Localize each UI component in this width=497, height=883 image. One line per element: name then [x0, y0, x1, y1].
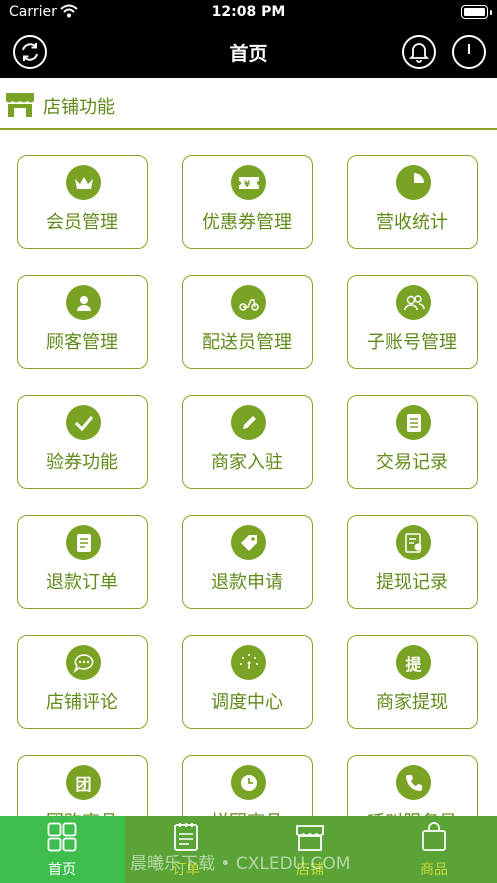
battery-icon: [461, 5, 488, 19]
group-buy-icon: 团: [66, 765, 101, 800]
bell-icon: [409, 43, 429, 63]
tile-label: 会员管理: [46, 212, 118, 233]
tile-label: 顾客管理: [46, 332, 118, 353]
store-icon: [5, 92, 35, 122]
tab-products[interactable]: 商品: [372, 816, 496, 883]
tile-call-waiter[interactable]: 呼叫服务员: [347, 755, 478, 816]
tag-icon: [231, 525, 266, 560]
watermark-text: 晨曦乐下载 • CXLEDU.COM: [130, 854, 351, 874]
battery-tip: [490, 10, 492, 15]
tile-subaccount-management[interactable]: 子账号管理: [347, 275, 478, 369]
tile-group-buy-products[interactable]: 团 团购商品: [17, 755, 148, 816]
tile-store-reviews[interactable]: 店铺评论: [17, 635, 148, 729]
dial-icon: [231, 645, 266, 680]
tile-label: 营收统计: [376, 212, 448, 233]
chat-icon: [66, 645, 101, 680]
tile-coupon-management[interactable]: ¥ 优惠券管理: [182, 155, 313, 249]
tile-team-buy-products[interactable]: 拼团商品: [182, 755, 313, 816]
coupon-icon: ¥: [231, 165, 266, 200]
tile-label: 交易记录: [376, 452, 448, 473]
pie-chart-icon: [396, 165, 431, 200]
grid-icon: [47, 822, 77, 856]
tile-refund-requests[interactable]: 退款申请: [182, 515, 313, 609]
tab-home[interactable]: 首页: [0, 816, 124, 883]
notification-button[interactable]: [402, 35, 436, 69]
list-icon: [396, 405, 431, 440]
tile-label: 提现记录: [376, 572, 448, 593]
clock-icon: [231, 765, 266, 800]
tile-label: 团购商品: [18, 808, 146, 816]
tile-transaction-records[interactable]: 交易记录: [347, 395, 478, 489]
section-header: 店铺功能: [0, 78, 497, 130]
svg-text:¥: ¥: [244, 180, 251, 190]
tile-merchant-withdrawal[interactable]: 提 商家提现: [347, 635, 478, 729]
tile-label: 退款订单: [46, 572, 118, 593]
logout-button[interactable]: [452, 35, 486, 69]
tile-courier-management[interactable]: 配送员管理: [182, 275, 313, 369]
tile-label: 商家入驻: [211, 452, 283, 473]
tile-label: 呼叫服务员: [348, 808, 476, 816]
users-icon: [396, 285, 431, 320]
tile-dispatch-center[interactable]: 调度中心: [182, 635, 313, 729]
withdraw-icon: 提: [396, 645, 431, 680]
pencil-icon: [231, 405, 266, 440]
function-grid: 会员管理 ¥ 优惠券管理 营收统计 顾客管理 配送员管理 子账号管理 验券功能 …: [0, 130, 497, 816]
tile-revenue-stats[interactable]: 营收统计: [347, 155, 478, 249]
check-icon: [66, 405, 101, 440]
section-title: 店铺功能: [43, 97, 115, 118]
tile-label: 退款申请: [211, 572, 283, 593]
tile-refund-orders[interactable]: 退款订单: [17, 515, 148, 609]
nav-bar: 首页: [0, 26, 497, 78]
tile-customer-management[interactable]: 顾客管理: [17, 275, 148, 369]
tile-withdrawal-records[interactable]: 提现记录: [347, 515, 478, 609]
tile-label: 拼团商品: [183, 808, 311, 816]
receipt-icon: [396, 525, 431, 560]
person-icon: [66, 285, 101, 320]
tab-label: 首页: [48, 862, 76, 878]
crown-icon: [66, 165, 101, 200]
tile-merchant-onboarding[interactable]: 商家入驻: [182, 395, 313, 489]
phone-icon: [396, 765, 431, 800]
tile-label: 商家提现: [376, 692, 448, 713]
document-icon: [66, 525, 101, 560]
clock-time: 12:08 PM: [211, 4, 286, 20]
tile-coupon-verification[interactable]: 验券功能: [17, 395, 148, 489]
tile-label: 配送员管理: [202, 332, 292, 353]
tile-label: 子账号管理: [367, 332, 457, 353]
tile-member-management[interactable]: 会员管理: [17, 155, 148, 249]
tab-label: 商品: [420, 862, 448, 878]
tile-label: 优惠券管理: [202, 212, 292, 233]
power-icon: [468, 44, 470, 54]
tile-label: 验券功能: [46, 452, 118, 473]
scooter-icon: [231, 285, 266, 320]
tile-label: 店铺评论: [46, 692, 118, 713]
tile-label: 调度中心: [211, 692, 283, 713]
bag-icon: [419, 822, 449, 856]
status-bar: Carrier 12:08 PM: [0, 0, 497, 26]
